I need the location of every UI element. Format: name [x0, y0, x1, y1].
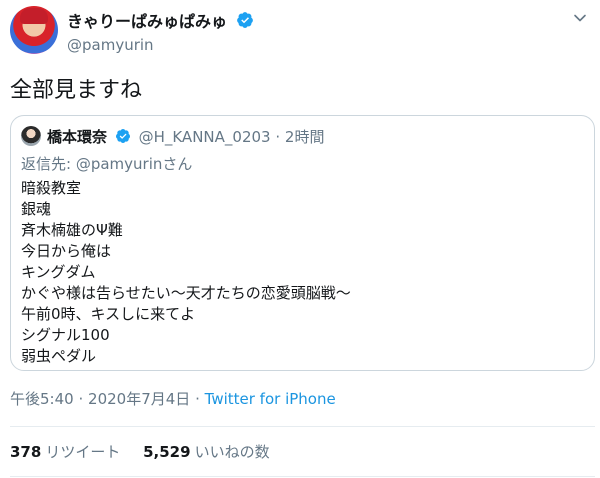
likes-stat[interactable]: 5,529 いいねの数 — [143, 443, 269, 461]
quoted-author-handle[interactable]: @H_KANNA_0203 — [139, 128, 271, 146]
tweet-header: きゃりーぱみゅぱみゅ @pamyurin — [0, 0, 600, 62]
quoted-line: 今日から俺は — [21, 242, 112, 260]
meta-separator: · — [78, 390, 84, 408]
retweets-count: 378 — [10, 443, 42, 461]
verified-badge-icon — [237, 12, 253, 28]
author-handle[interactable]: @pamyurin — [67, 36, 254, 54]
quoted-line: シグナル100 — [21, 326, 110, 344]
quoted-author-avatar[interactable] — [21, 126, 41, 146]
quoted-tweet-time[interactable]: 2時間 — [285, 128, 325, 146]
verified-badge-icon — [115, 129, 130, 143]
tweet-text: 全部見ますね — [10, 78, 143, 103]
quoted-separator: · — [275, 128, 281, 146]
tweet-time[interactable]: 午後5:40 — [10, 390, 74, 408]
retweets-stat[interactable]: 378 リツイート — [10, 443, 125, 461]
quoted-tweet-card[interactable]: 橋本環奈 @H_KANNA_0203 · 2時間 返信先: @pamyurinさ… — [10, 115, 595, 371]
tweet-source-link[interactable]: Twitter for iPhone — [205, 390, 336, 408]
quoted-line: 銀魂 — [21, 200, 52, 218]
likes-count: 5,529 — [143, 443, 191, 461]
quoted-line: 弱虫ペダル — [21, 347, 97, 365]
quoted-line: 暗殺教室 — [21, 179, 82, 197]
reply-to-text: 返信先: @pamyurinさん — [21, 155, 193, 173]
divider — [10, 426, 595, 427]
quoted-line: かぐや様は告らせたい〜天才たちの恋愛頭脳戦〜 — [21, 284, 351, 302]
quoted-line: 斉木楠雄のΨ難 — [21, 221, 123, 239]
divider — [10, 476, 595, 477]
tweet-meta: 午後5:40 · 2020年7月4日 · Twitter for iPhone — [10, 388, 336, 409]
author-avatar[interactable] — [10, 6, 58, 54]
author-display-name[interactable]: きゃりーぱみゅぱみゅ — [67, 8, 227, 32]
likes-label: いいねの数 — [194, 443, 270, 461]
quoted-author-name[interactable]: 橋本環奈 — [47, 128, 107, 146]
quoted-tweet-body: 暗殺教室 銀魂 斉木楠雄のΨ難 今日から俺は キングダム かぐや様は告らせたい〜… — [21, 178, 351, 367]
retweets-label: リツイート — [45, 443, 121, 461]
quoted-line: キングダム — [21, 263, 96, 281]
quoted-line: 午前0時、キスしに来てよ — [21, 305, 196, 323]
chevron-down-icon[interactable] — [572, 10, 588, 26]
tweet-date[interactable]: 2020年7月4日 — [88, 390, 190, 408]
tweet-stats: 378 リツイート 5,529 いいねの数 — [10, 441, 270, 462]
meta-separator: · — [195, 390, 200, 408]
author-name-block[interactable]: きゃりーぱみゅぱみゅ @pamyurin — [67, 8, 254, 54]
quoted-tweet-header: 橋本環奈 @H_KANNA_0203 · 2時間 — [47, 126, 324, 147]
